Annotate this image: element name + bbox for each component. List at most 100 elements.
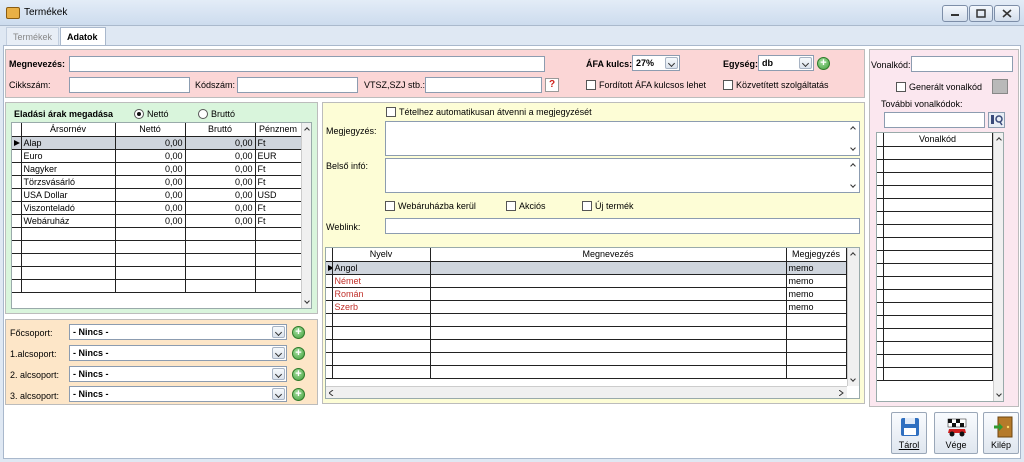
- scroll-down-icon: [304, 298, 310, 304]
- close-button[interactable]: [994, 5, 1020, 22]
- table-row[interactable]: Nagyker 0,00 0,00 Ft: [12, 162, 302, 176]
- generate-barcode-button[interactable]: [992, 79, 1008, 94]
- forditott-afa-checkbox[interactable]: [586, 80, 596, 90]
- belso-info-scrollbar[interactable]: [848, 159, 859, 192]
- cikkszam-input[interactable]: [69, 77, 190, 93]
- table-row[interactable]: Alap 0,00 0,00 Ft: [12, 136, 302, 150]
- alcsoport3-label: 3. alcsoport:: [10, 391, 60, 401]
- minimize-button[interactable]: [942, 5, 968, 22]
- weblink-input[interactable]: [385, 218, 860, 234]
- table-row[interactable]: Viszonteladó 0,00 0,00 Ft: [12, 201, 302, 215]
- search-icon: [991, 115, 1003, 126]
- plus-icon: +: [820, 57, 827, 69]
- auto-note-checkbox[interactable]: [386, 107, 396, 117]
- table-row[interactable]: Törzsvásárló 0,00 0,00 Ft: [12, 175, 302, 189]
- table-row[interactable]: USA Dollar 0,00 0,00 USD: [12, 188, 302, 202]
- focsoport-select[interactable]: - Nincs -: [69, 324, 287, 340]
- forditott-afa-label: Fordított ÁFA kulcsos lehet: [599, 80, 707, 90]
- add-unit-button[interactable]: +: [817, 57, 830, 70]
- add-alcsoport2-button[interactable]: +: [292, 368, 305, 381]
- megjegyzes-textarea[interactable]: [385, 121, 860, 156]
- col-brutto[interactable]: Bruttó: [185, 123, 256, 137]
- add-alcsoport3-button[interactable]: +: [292, 388, 305, 401]
- netto-radio[interactable]: [134, 109, 144, 119]
- exit-door-icon: [994, 416, 1013, 438]
- egyseg-select[interactable]: db: [758, 55, 814, 71]
- scroll-down-icon: [850, 376, 856, 382]
- end-button[interactable]: Vége: [934, 412, 978, 454]
- prices-grid: Ársornév Nettó Bruttó Pénznem Alap 0,00 0,…: [11, 122, 312, 309]
- table-row: [877, 315, 993, 329]
- table-row: [326, 352, 847, 366]
- app-icon: [6, 7, 20, 19]
- col-megjegyzes[interactable]: Megjegyzés: [786, 248, 847, 262]
- exit-button[interactable]: Kilép: [983, 412, 1019, 454]
- uj-termek-label: Új termék: [595, 201, 634, 211]
- table-row[interactable]: Német memo: [326, 274, 847, 288]
- table-row[interactable]: Webáruház 0,00 0,00 Ft: [12, 214, 302, 228]
- table-row: [877, 211, 993, 225]
- alcsoport2-select[interactable]: - Nincs -: [69, 366, 287, 382]
- alcsoport3-select[interactable]: - Nincs -: [69, 386, 287, 402]
- vonalkod-input[interactable]: [911, 56, 1013, 72]
- col-nyelv[interactable]: Nyelv: [332, 248, 431, 262]
- add-focsoport-button[interactable]: +: [292, 326, 305, 339]
- tab-adatok[interactable]: Adatok: [60, 27, 106, 46]
- table-row: [326, 365, 847, 379]
- language-vscrollbar[interactable]: [847, 248, 859, 386]
- table-row: [877, 172, 993, 186]
- restore-button[interactable]: [969, 5, 993, 22]
- table-row[interactable]: Román memo: [326, 287, 847, 301]
- scroll-up-icon: [850, 126, 856, 132]
- restore-icon: [976, 9, 986, 18]
- col-arsornev[interactable]: Ársornév: [21, 123, 116, 137]
- table-row: [12, 253, 302, 267]
- barcodes-header-row: Vonalkód: [877, 133, 993, 147]
- save-label: Tárol: [898, 440, 920, 450]
- tovabbi-input[interactable]: [884, 112, 985, 128]
- alcsoport2-value: - Nincs -: [73, 369, 109, 379]
- chevron-down-icon: [272, 368, 285, 380]
- megjegyzes-scrollbar[interactable]: [848, 122, 859, 155]
- save-button[interactable]: Tárol: [891, 412, 927, 454]
- table-row: [877, 289, 993, 303]
- tab-termekek[interactable]: Termékek: [6, 27, 60, 46]
- alcsoport3-value: - Nincs -: [73, 389, 109, 399]
- afa-select[interactable]: 27%: [632, 55, 680, 71]
- akcios-checkbox[interactable]: [506, 201, 516, 211]
- kozvetitett-checkbox[interactable]: [723, 80, 733, 90]
- belso-info-textarea[interactable]: [385, 158, 860, 193]
- megnevezes-input[interactable]: [69, 56, 545, 72]
- prices-scrollbar[interactable]: [301, 123, 311, 308]
- end-label: Vége: [945, 440, 967, 450]
- scroll-up-icon: [850, 252, 856, 258]
- alcsoport1-select[interactable]: - Nincs -: [69, 345, 287, 361]
- close-icon: [1002, 9, 1012, 18]
- col-megnevezes[interactable]: Megnevezés: [430, 248, 787, 262]
- vtsz-input[interactable]: [425, 77, 542, 93]
- table-row: [877, 185, 993, 199]
- col-vonalkod[interactable]: Vonalkód: [883, 133, 993, 147]
- add-alcsoport1-button[interactable]: +: [292, 347, 305, 360]
- table-row: [877, 367, 993, 381]
- plus-icon: +: [295, 347, 302, 359]
- language-hscrollbar[interactable]: [326, 386, 847, 398]
- barcodes-scrollbar[interactable]: [993, 133, 1003, 401]
- webaruhaz-checkbox[interactable]: [385, 201, 395, 211]
- brutto-radio[interactable]: [198, 109, 208, 119]
- col-netto[interactable]: Nettó: [115, 123, 186, 137]
- col-penznem[interactable]: Pénznem: [255, 123, 302, 137]
- table-row[interactable]: Euro 0,00 0,00 EUR: [12, 149, 302, 163]
- uj-termek-checkbox[interactable]: [582, 201, 592, 211]
- table-row[interactable]: Szerb memo: [326, 300, 847, 314]
- table-row[interactable]: Angol memo: [326, 261, 847, 275]
- alcsoport1-value: - Nincs -: [73, 348, 109, 358]
- scroll-left-icon: [329, 390, 334, 396]
- help-button[interactable]: ?: [545, 78, 559, 92]
- table-row: [877, 263, 993, 277]
- afa-value: 27%: [636, 58, 655, 68]
- kodszam-input[interactable]: [237, 77, 358, 93]
- generalt-checkbox[interactable]: [896, 82, 906, 92]
- scroll-down-icon: [996, 391, 1002, 397]
- search-barcode-button[interactable]: [988, 112, 1005, 128]
